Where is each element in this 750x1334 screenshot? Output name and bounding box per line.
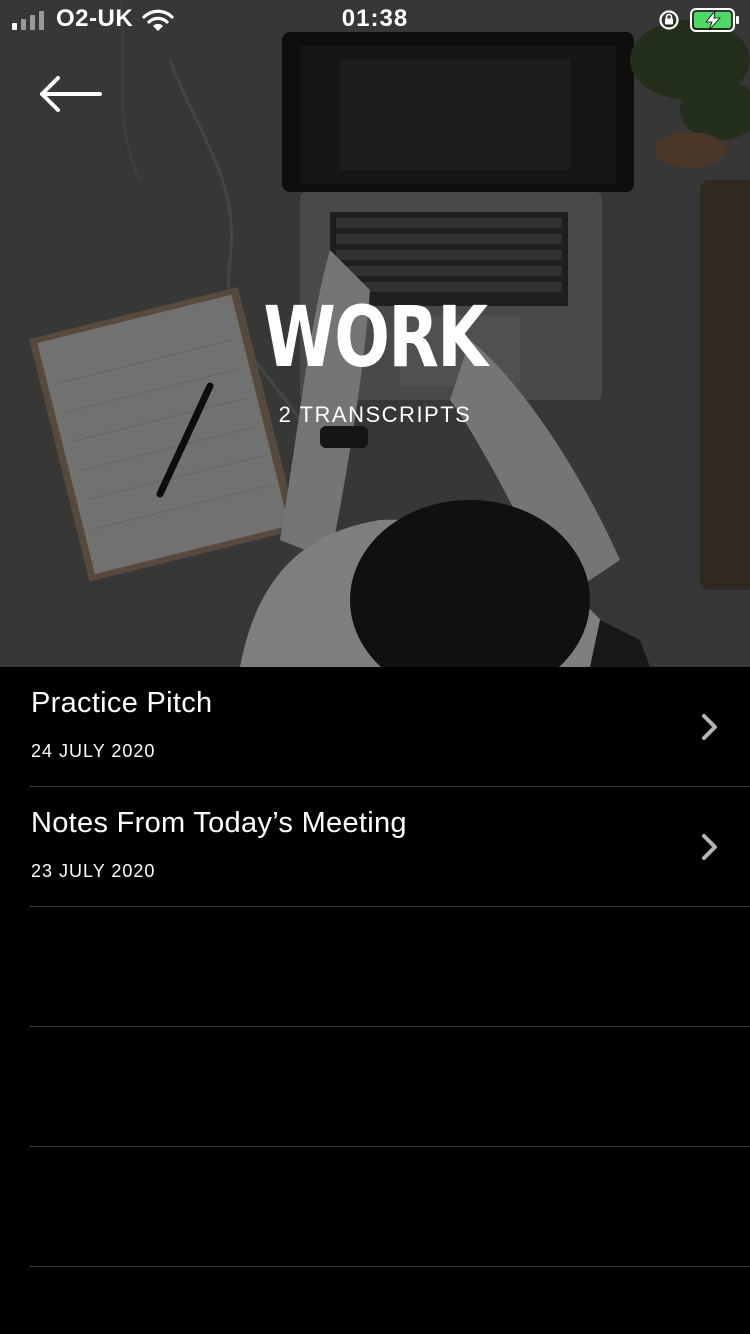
clock: 01:38 bbox=[341, 5, 409, 32]
transcript-row[interactable]: Practice Pitch 24 JULY 2020 bbox=[30, 667, 750, 787]
transcript-count: 2 TRANSCRIPTS bbox=[278, 402, 472, 427]
transcript-date: 24 JULY 2020 bbox=[31, 741, 156, 761]
empty-row bbox=[30, 1027, 750, 1147]
chevron-right-icon bbox=[702, 834, 717, 860]
transcript-list: Practice Pitch 24 JULY 2020 Notes From T… bbox=[0, 667, 750, 1267]
arrow-left-icon bbox=[40, 76, 102, 112]
transcript-date: 23 JULY 2020 bbox=[31, 861, 156, 881]
status-bar: O2-UK 01:38 bbox=[0, 0, 750, 40]
screen: O2-UK 01:38 WORK 2 TRANSCRIPTS Practice … bbox=[0, 0, 750, 1334]
back-button[interactable] bbox=[36, 72, 106, 116]
battery-charging-icon bbox=[690, 8, 739, 32]
transcript-title: Practice Pitch bbox=[31, 687, 213, 719]
rotation-lock-icon bbox=[659, 10, 679, 30]
transcript-title: Notes From Today’s Meeting bbox=[31, 807, 407, 839]
empty-row bbox=[30, 907, 750, 1027]
transcript-row[interactable]: Notes From Today’s Meeting 23 JULY 2020 bbox=[30, 787, 750, 907]
empty-row bbox=[30, 1147, 750, 1267]
category-title: WORK bbox=[263, 288, 489, 386]
chevron-right-icon bbox=[702, 714, 717, 740]
